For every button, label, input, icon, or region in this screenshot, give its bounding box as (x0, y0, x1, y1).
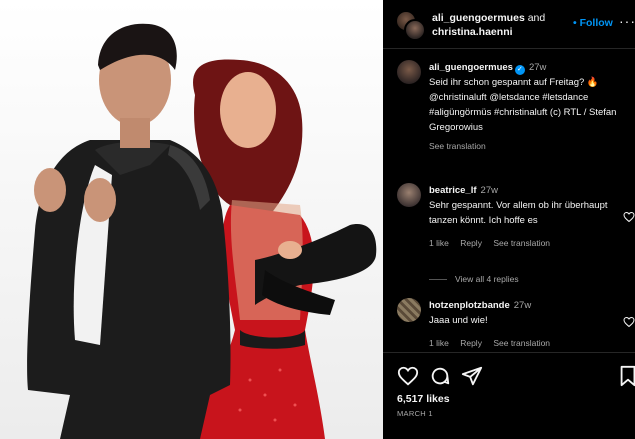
bookmark-icon[interactable] (617, 365, 635, 387)
comment-text: Jaaa und wie! (429, 315, 488, 326)
comment-username[interactable]: beatrice_lf (429, 185, 477, 196)
heart-icon[interactable] (623, 211, 635, 223)
reply-button[interactable]: Reply (460, 238, 482, 248)
avatar[interactable] (404, 19, 426, 41)
comment-time[interactable]: 27w (514, 300, 531, 311)
post-header: ali_guengoermues and christina.haenni • … (383, 0, 635, 49)
post-owners: ali_guengoermues and christina.haenni (432, 11, 572, 39)
follow-button[interactable]: • Follow (573, 17, 613, 29)
comment-text: Sehr gespannt. Vor allem ob ihr überhaup… (429, 200, 608, 226)
share-icon[interactable] (461, 365, 483, 387)
avatar[interactable] (397, 298, 421, 322)
more-options-icon[interactable]: ··· (619, 13, 635, 29)
post-footer: 6,517 likes MARCH 1 (383, 352, 635, 439)
comment-meta: 1 like Reply See translation (429, 236, 617, 251)
avatar[interactable] (397, 183, 421, 207)
caption-username[interactable]: ali_guengoermues (429, 62, 513, 73)
avatar[interactable] (397, 60, 421, 84)
owner-username-1[interactable]: ali_guengoermues (432, 12, 525, 24)
comment-likes[interactable]: 1 like (429, 338, 449, 348)
see-translation-button[interactable]: See translation (493, 338, 550, 348)
post-photo[interactable] (0, 0, 383, 439)
owner-username-2[interactable]: christina.haenni (432, 26, 513, 38)
dancers-illustration (27, 23, 377, 439)
divider (429, 279, 447, 281)
see-translation-button[interactable]: See translation (493, 238, 550, 248)
owner-avatars[interactable] (395, 10, 426, 41)
like-heart-icon[interactable] (397, 365, 419, 387)
caption-time[interactable]: 27w (529, 62, 546, 73)
heart-icon[interactable] (623, 316, 635, 328)
view-replies-button[interactable]: View all 4 replies (429, 274, 519, 284)
comment-time[interactable]: 27w (481, 185, 498, 196)
comment-username[interactable]: hotzenplotzbande (429, 300, 510, 311)
likes-count[interactable]: 6,517 likes (397, 393, 450, 405)
caption-see-translation[interactable]: See translation (429, 139, 617, 154)
owners-and: and (527, 12, 546, 24)
reply-button[interactable]: Reply (460, 338, 482, 348)
comment-icon[interactable] (429, 365, 451, 387)
verified-badge-icon: ✓ (514, 65, 525, 75)
post-sidebar: ali_guengoermues and christina.haenni • … (383, 0, 635, 439)
post-date[interactable]: MARCH 1 (397, 409, 433, 418)
caption-text: Seid ihr schon gespannt auf Freitag? 🔥 @… (429, 77, 617, 133)
comment-likes[interactable]: 1 like (429, 238, 449, 248)
comment-meta: 1 like Reply See translation (429, 336, 617, 351)
